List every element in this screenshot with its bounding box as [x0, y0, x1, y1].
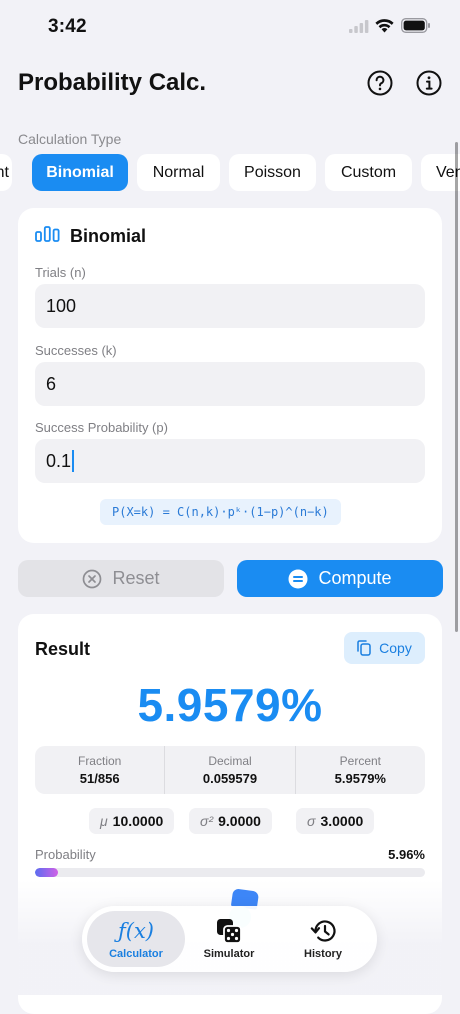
cellular-signal-icon — [349, 20, 369, 38]
wifi-icon — [374, 17, 395, 38]
std-dev-pill: σ 3.0000 — [296, 808, 375, 834]
decimal-value: 0.059579 — [202, 771, 258, 786]
probability-bar — [35, 868, 425, 877]
history-icon — [309, 918, 337, 944]
decimal-label: Decimal — [208, 754, 252, 768]
mean-symbol: μ — [100, 813, 108, 829]
help-button[interactable] — [366, 69, 394, 97]
fraction-value: 51/856 — [79, 771, 120, 786]
tab-poisson[interactable]: Poisson — [229, 154, 316, 191]
mean-value: 10.0000 — [112, 813, 164, 829]
std-dev-value: 3.0000 — [320, 813, 364, 829]
compute-button[interactable]: Compute — [237, 560, 443, 597]
percent-value: 5.9579% — [334, 771, 386, 786]
text-cursor — [72, 449, 75, 472]
status-bar: 3:42 — [0, 0, 460, 52]
bar-chart-icon — [35, 226, 60, 247]
fraction-cell: Fraction 51/856 — [35, 746, 164, 794]
trials-label: Trials (n) — [35, 265, 86, 280]
scrollbar[interactable] — [455, 142, 458, 632]
card-title: Binomial — [70, 226, 147, 246]
tab-normal[interactable]: Normal — [137, 154, 220, 191]
compute-label: Compute — [318, 568, 392, 588]
copy-label: Copy — [379, 640, 412, 656]
calculation-type-tabs: nt Binomial Normal Poisson Custom Ven — [0, 154, 460, 191]
probability-label: Success Probability (p) — [35, 420, 168, 435]
variance-pill: σ² 9.0000 — [189, 808, 272, 834]
probability-input[interactable]: 0.1 — [35, 439, 425, 483]
percent-cell: Percent 5.9579% — [294, 746, 425, 794]
calculation-type-label: Calculation Type — [18, 131, 122, 147]
tab-history-label: History — [304, 948, 342, 960]
result-title: Result — [35, 639, 91, 659]
info-button[interactable] — [415, 69, 443, 97]
tab-simulator[interactable]: Simulator — [180, 911, 278, 967]
successes-label: Successes (k) — [35, 343, 117, 358]
trials-input[interactable]: 100 — [35, 284, 425, 328]
variance-value: 9.0000 — [218, 813, 261, 829]
tab-bar: ƒ(x) Calculator Simulator History — [82, 906, 377, 972]
info-icon — [416, 70, 442, 96]
tab-calculator[interactable]: ƒ(x) Calculator — [87, 911, 185, 967]
binomial-input-card: Binomial Trials (n) 100 Successes (k) 6 … — [18, 208, 442, 543]
successes-value: 6 — [46, 374, 57, 394]
dice-icon — [216, 918, 242, 944]
question-icon — [367, 70, 393, 96]
reset-button[interactable]: Reset — [18, 560, 224, 597]
function-icon: ƒ(x) — [117, 919, 154, 943]
status-time: 3:42 — [48, 16, 87, 37]
tab-simulator-label: Simulator — [203, 948, 255, 960]
reset-x-icon — [82, 569, 102, 589]
tab-binomial[interactable]: Binomial — [32, 154, 128, 191]
probability-bar-label: Probability — [35, 847, 96, 862]
variance-symbol: σ² — [200, 813, 214, 829]
reset-label: Reset — [112, 568, 160, 588]
successes-input[interactable]: 6 — [35, 362, 425, 406]
percent-label: Percent — [339, 754, 381, 768]
result-value: 5.9579% — [137, 679, 323, 731]
tab-partial-left[interactable]: nt — [0, 154, 12, 191]
decimal-cell: Decimal 0.059579 — [164, 746, 294, 794]
tab-custom[interactable]: Custom — [325, 154, 412, 191]
format-table: Fraction 51/856 Decimal 0.059579 Percent… — [35, 746, 425, 794]
fraction-label: Fraction — [77, 754, 122, 768]
mean-pill: μ 10.0000 — [89, 808, 175, 834]
copy-button[interactable]: Copy — [344, 632, 425, 664]
page-title: Probability Calc. — [18, 69, 207, 96]
probability-bar-fill — [35, 868, 59, 877]
copy-icon — [357, 640, 371, 656]
std-dev-symbol: σ — [307, 813, 316, 829]
trials-value: 100 — [46, 296, 77, 316]
tab-calculator-label: Calculator — [109, 948, 163, 960]
tab-history[interactable]: History — [274, 911, 372, 967]
formula-badge: P(X=k) = C(n,k)·pᵏ·(1−p)^(n−k) — [100, 499, 341, 525]
card-header: Binomial — [35, 226, 146, 247]
equals-icon — [288, 569, 308, 589]
battery-icon — [401, 18, 431, 38]
probability-value: 0.1 — [46, 451, 72, 471]
probability-bar-percent: 5.96% — [388, 847, 425, 862]
